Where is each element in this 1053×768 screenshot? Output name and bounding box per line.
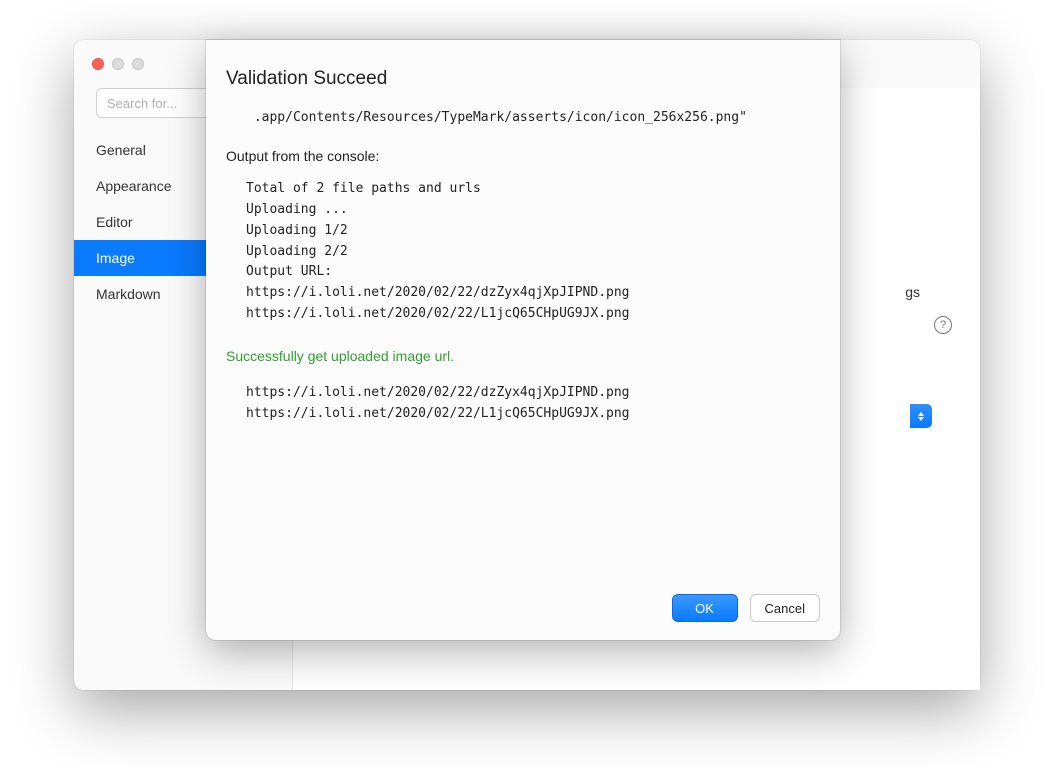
console-output-label: Output from the console: bbox=[226, 145, 820, 167]
traffic-lights bbox=[92, 58, 144, 70]
console-line: Uploading 1/2 bbox=[226, 221, 820, 242]
console-line: Output URL: bbox=[226, 262, 820, 283]
console-line: Uploading ... bbox=[226, 200, 820, 221]
zoom-window-icon[interactable] bbox=[132, 58, 144, 70]
minimize-window-icon[interactable] bbox=[112, 58, 124, 70]
result-url: https://i.loli.net/2020/02/22/dzZyx4qjXp… bbox=[226, 383, 820, 404]
file-path-line: .app/Contents/Resources/TypeMark/asserts… bbox=[226, 108, 820, 129]
ok-button[interactable]: OK bbox=[672, 594, 738, 622]
partial-bg-text: gs bbox=[905, 284, 920, 300]
dialog-body: .app/Contents/Resources/TypeMark/asserts… bbox=[226, 108, 820, 582]
dialog-footer: OK Cancel bbox=[226, 582, 820, 622]
help-icon[interactable]: ? bbox=[934, 316, 952, 334]
console-line: Uploading 2/2 bbox=[226, 242, 820, 263]
console-line: https://i.loli.net/2020/02/22/dzZyx4qjXp… bbox=[226, 283, 820, 304]
close-window-icon[interactable] bbox=[92, 58, 104, 70]
dropdown-stepper-icon[interactable] bbox=[910, 404, 932, 428]
console-line: https://i.loli.net/2020/02/22/L1jcQ65CHp… bbox=[226, 304, 820, 325]
success-message: Successfully get uploaded image url. bbox=[226, 345, 820, 367]
cancel-button[interactable]: Cancel bbox=[750, 594, 820, 622]
validation-dialog: Validation Succeed .app/Contents/Resourc… bbox=[206, 40, 840, 640]
dialog-title: Validation Succeed bbox=[226, 68, 820, 90]
console-line: Total of 2 file paths and urls bbox=[226, 179, 820, 200]
result-url: https://i.loli.net/2020/02/22/L1jcQ65CHp… bbox=[226, 404, 820, 425]
